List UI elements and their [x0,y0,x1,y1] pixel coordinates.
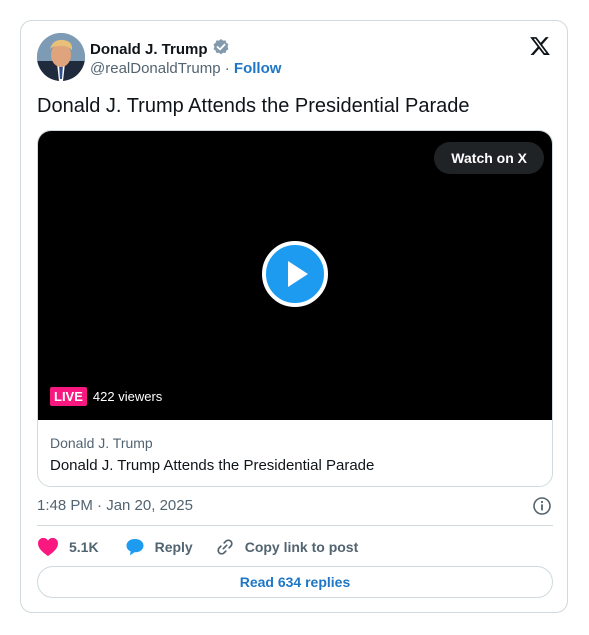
reply-bubble-icon [126,539,144,556]
viewer-count: 422 viewers [92,389,163,404]
post-timestamp[interactable]: 1:48 PM · Jan 20, 2025 [37,497,193,514]
watch-on-x-button[interactable]: Watch on X [434,142,544,174]
author-display-name[interactable]: Donald J. Trump [90,41,208,58]
live-badge: LIVE [50,387,87,406]
play-icon [288,261,308,287]
like-button[interactable]: 5.1K [37,537,99,557]
action-bar: 5.1K Reply Copy link to post [37,536,358,558]
follow-button[interactable]: Follow [234,60,282,77]
info-icon[interactable] [532,496,552,516]
media-title: Donald J. Trump Attends the Presidential… [50,457,375,474]
reply-button[interactable]: Reply [125,537,193,557]
post-text: Donald J. Trump Attends the Presidential… [37,95,470,117]
heart-icon [38,537,58,557]
media-card[interactable]: Watch on X LIVE 422 viewers Donald J. Tr… [37,130,553,487]
embedded-post-card: Donald J. Trump @realDonaldTrump · Follo… [20,20,568,613]
copy-link-button[interactable]: Copy link to post [215,537,359,557]
link-icon [217,539,233,555]
verified-badge-icon [212,38,230,61]
media-footer[interactable]: Donald J. Trump Donald J. Trump Attends … [38,420,552,486]
copy-link-label: Copy link to post [244,539,359,555]
author-handle[interactable]: @realDonaldTrump [90,60,221,77]
handle-separator: · [224,60,230,77]
reply-label: Reply [154,539,193,555]
play-button[interactable] [262,241,328,307]
video-player[interactable]: Watch on X LIVE 422 viewers [38,131,552,420]
like-count: 5.1K [69,539,99,555]
live-indicator: LIVE 422 viewers [50,387,162,406]
x-logo-icon[interactable] [529,35,551,57]
avatar-image [37,33,85,81]
media-source: Donald J. Trump [50,435,153,451]
divider [37,525,553,526]
avatar[interactable] [37,33,85,81]
author-name-row[interactable]: Donald J. Trump [90,38,230,61]
author-handle-row: @realDonaldTrump · Follow [90,60,281,77]
read-replies-button[interactable]: Read 634 replies [37,566,553,598]
